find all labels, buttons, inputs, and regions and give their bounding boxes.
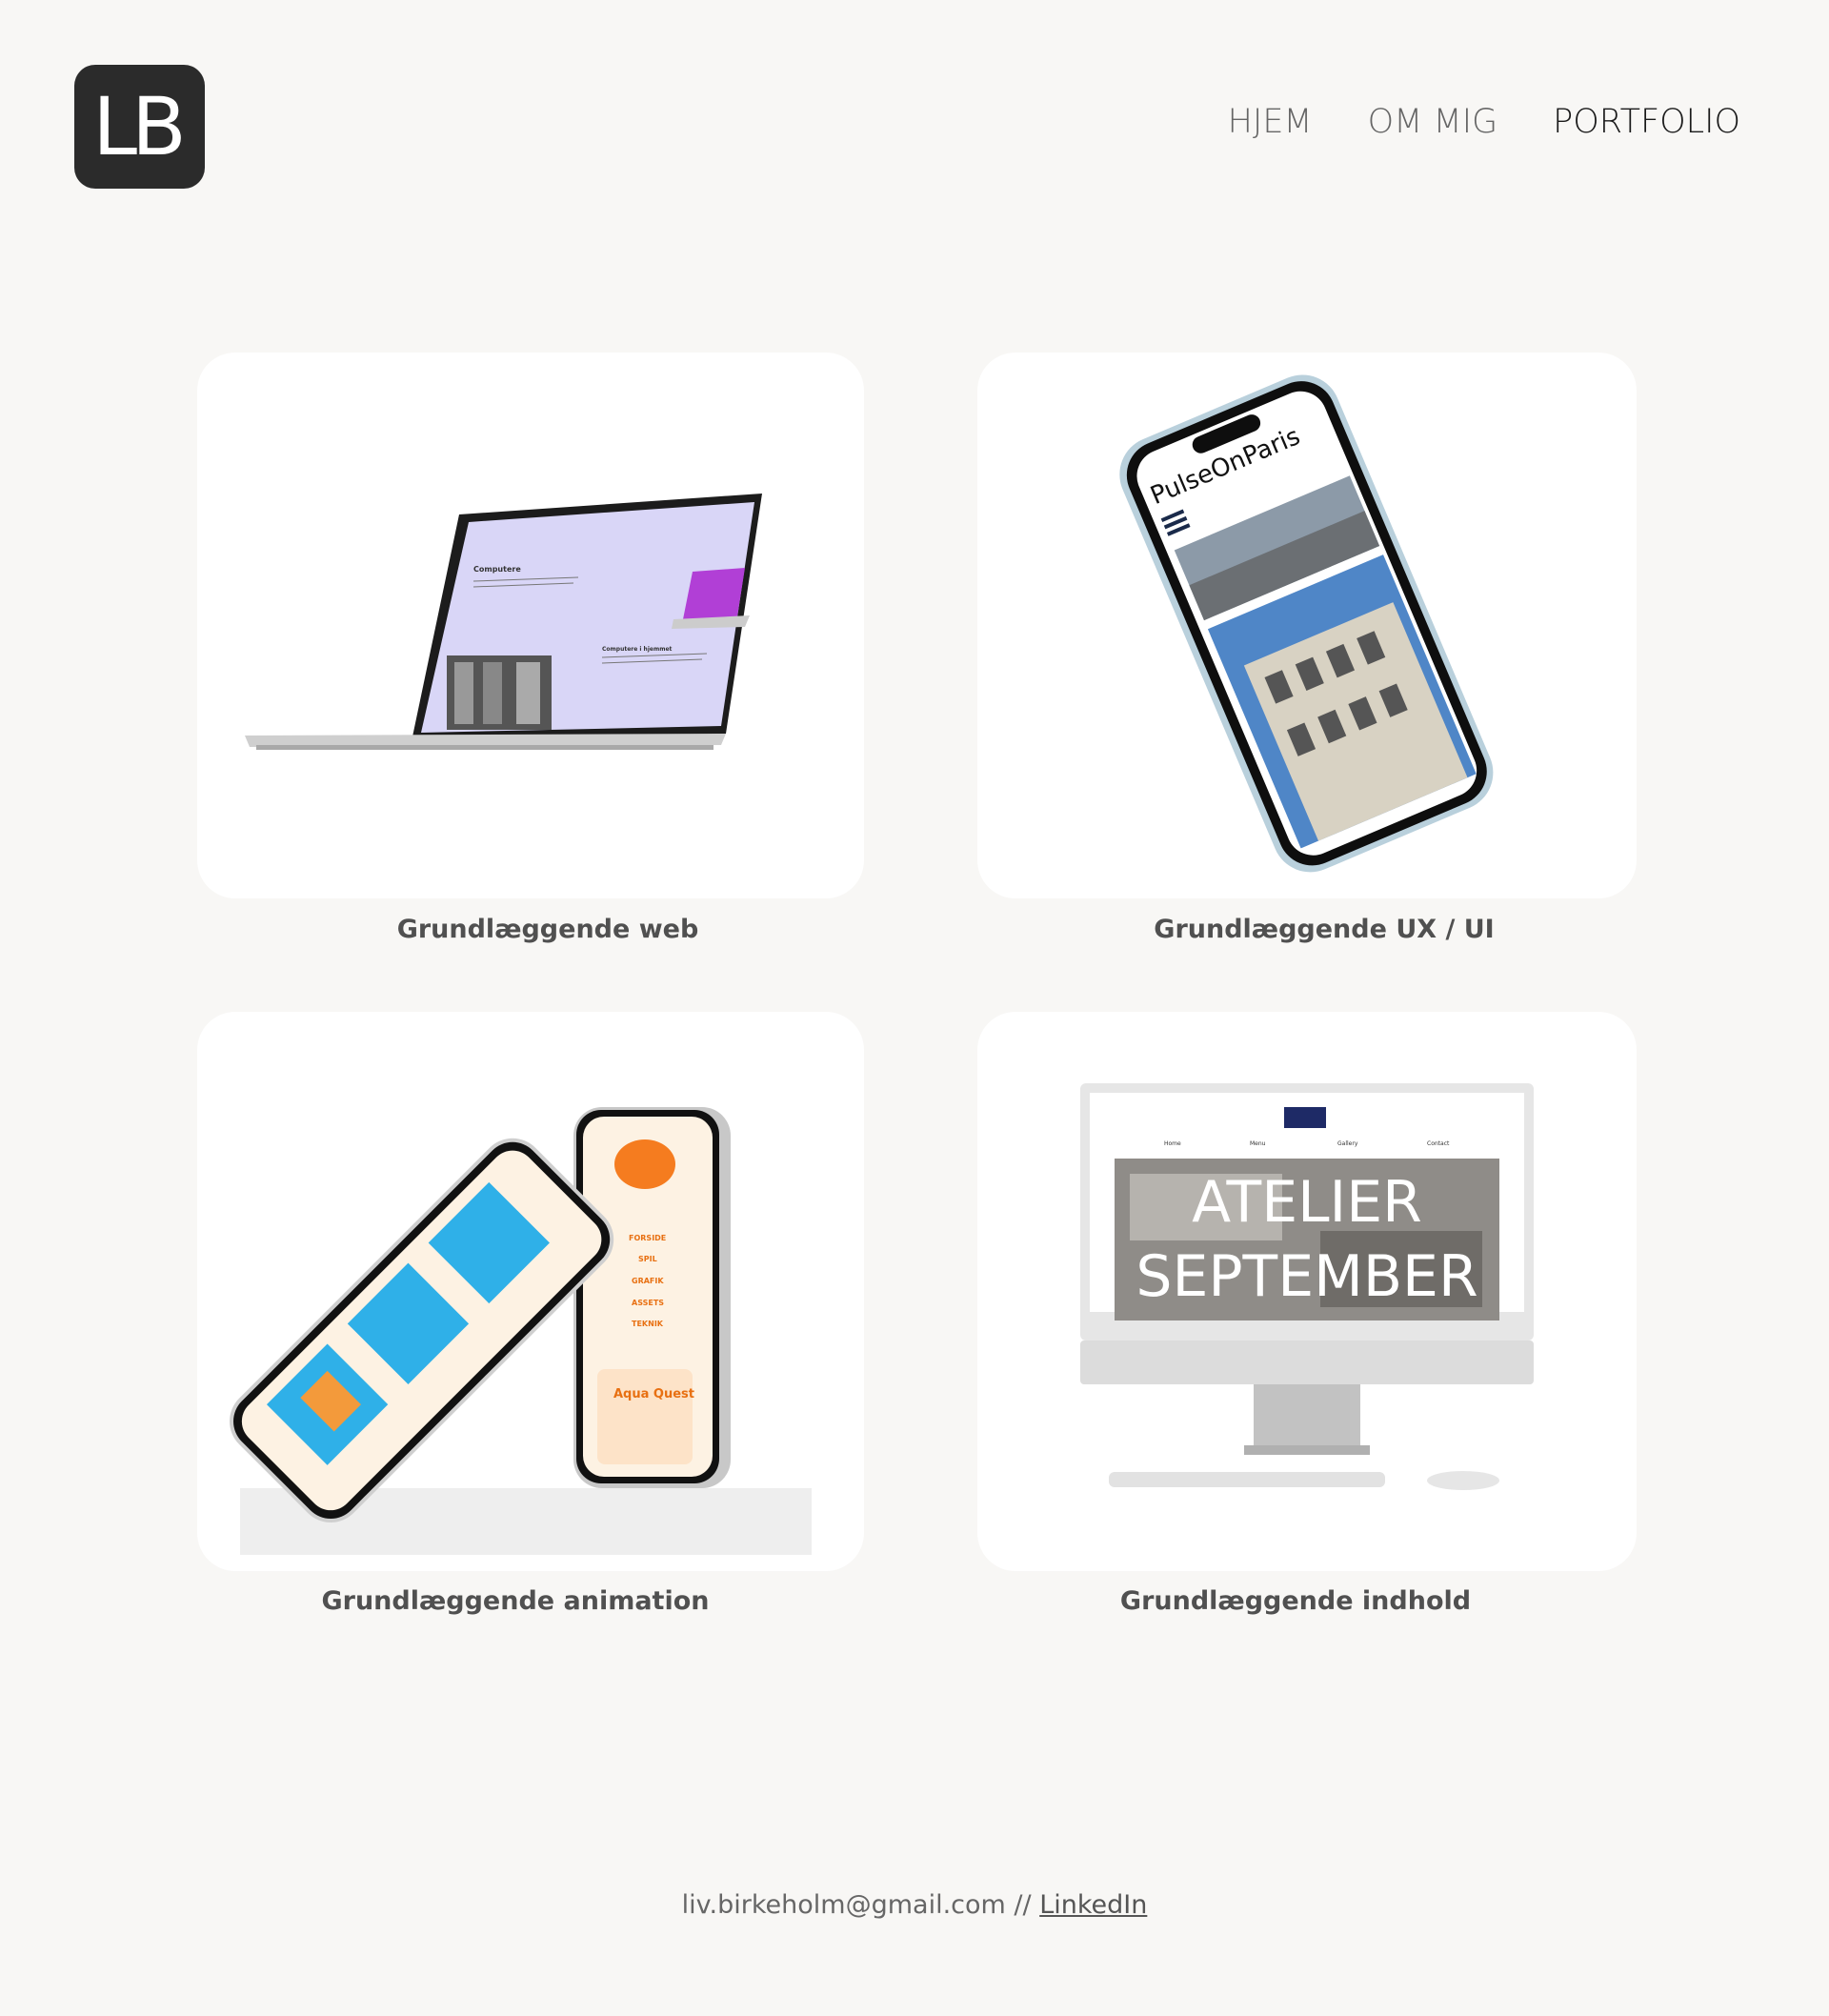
- mock-subheading: Computere i hjemmet: [602, 646, 673, 653]
- project-title[interactable]: Grundlæggende UX / UI: [991, 915, 1658, 944]
- mock-nav-item: Gallery: [1337, 1140, 1358, 1147]
- mock-nav-item: Home: [1164, 1140, 1181, 1147]
- footer-separator: //: [1005, 1890, 1040, 1920]
- main-nav: HJEM OM MIG PORTFOLIO: [1228, 103, 1740, 141]
- footer: liv.birkeholm@gmail.com // LinkedIn: [0, 1890, 1829, 1920]
- phone-mockup-image: PulseOnParis: [1119, 374, 1494, 873]
- project-card-web[interactable]: Computere Computere i hjemmet: [197, 353, 864, 898]
- mock-heading: Computere: [473, 565, 521, 574]
- mock-menu-item: TEKNIK: [632, 1320, 664, 1328]
- mock-menu-item: FORSIDE: [629, 1234, 666, 1242]
- nav-portfolio[interactable]: PORTFOLIO: [1553, 103, 1740, 141]
- mock-menu-item: GRAFIK: [632, 1277, 664, 1285]
- two-phones-mockup-image: FORSIDE SPIL GRAFIK ASSETS TEKNIK Aqua Q…: [230, 1107, 812, 1555]
- laptop-mockup-image: Computere Computere i hjemmet: [245, 494, 762, 750]
- mock-nav-item: Contact: [1427, 1140, 1450, 1147]
- project-card-content[interactable]: Home Menu Gallery Contact ATELIER SEPTEM…: [977, 1012, 1637, 1571]
- project-title[interactable]: Grundlæggende web: [214, 915, 881, 944]
- logo[interactable]: LB: [74, 65, 205, 189]
- mock-heading-1: ATELIER: [1192, 1169, 1422, 1236]
- mock-menu-item: ASSETS: [632, 1299, 664, 1307]
- mock-subheading: Aqua Quest: [613, 1387, 694, 1401]
- nav-home[interactable]: HJEM: [1228, 103, 1313, 141]
- mock-menu-item: SPIL: [638, 1255, 657, 1263]
- mock-heading-2: SEPTEMBER: [1136, 1243, 1477, 1310]
- linkedin-link[interactable]: LinkedIn: [1039, 1890, 1147, 1920]
- project-title[interactable]: Grundlæggende animation: [182, 1586, 849, 1616]
- project-card-animation[interactable]: FORSIDE SPIL GRAFIK ASSETS TEKNIK Aqua Q…: [197, 1012, 864, 1571]
- nav-about[interactable]: OM MIG: [1368, 103, 1498, 141]
- mock-nav-item: Menu: [1250, 1140, 1266, 1147]
- project-title[interactable]: Grundlæggende indhold: [962, 1586, 1629, 1616]
- project-card-ux-ui[interactable]: PulseOnParis: [977, 353, 1637, 898]
- imac-mockup-image: Home Menu Gallery Contact ATELIER SEPTEM…: [1080, 1083, 1534, 1490]
- footer-email[interactable]: liv.birkeholm@gmail.com: [682, 1890, 1006, 1920]
